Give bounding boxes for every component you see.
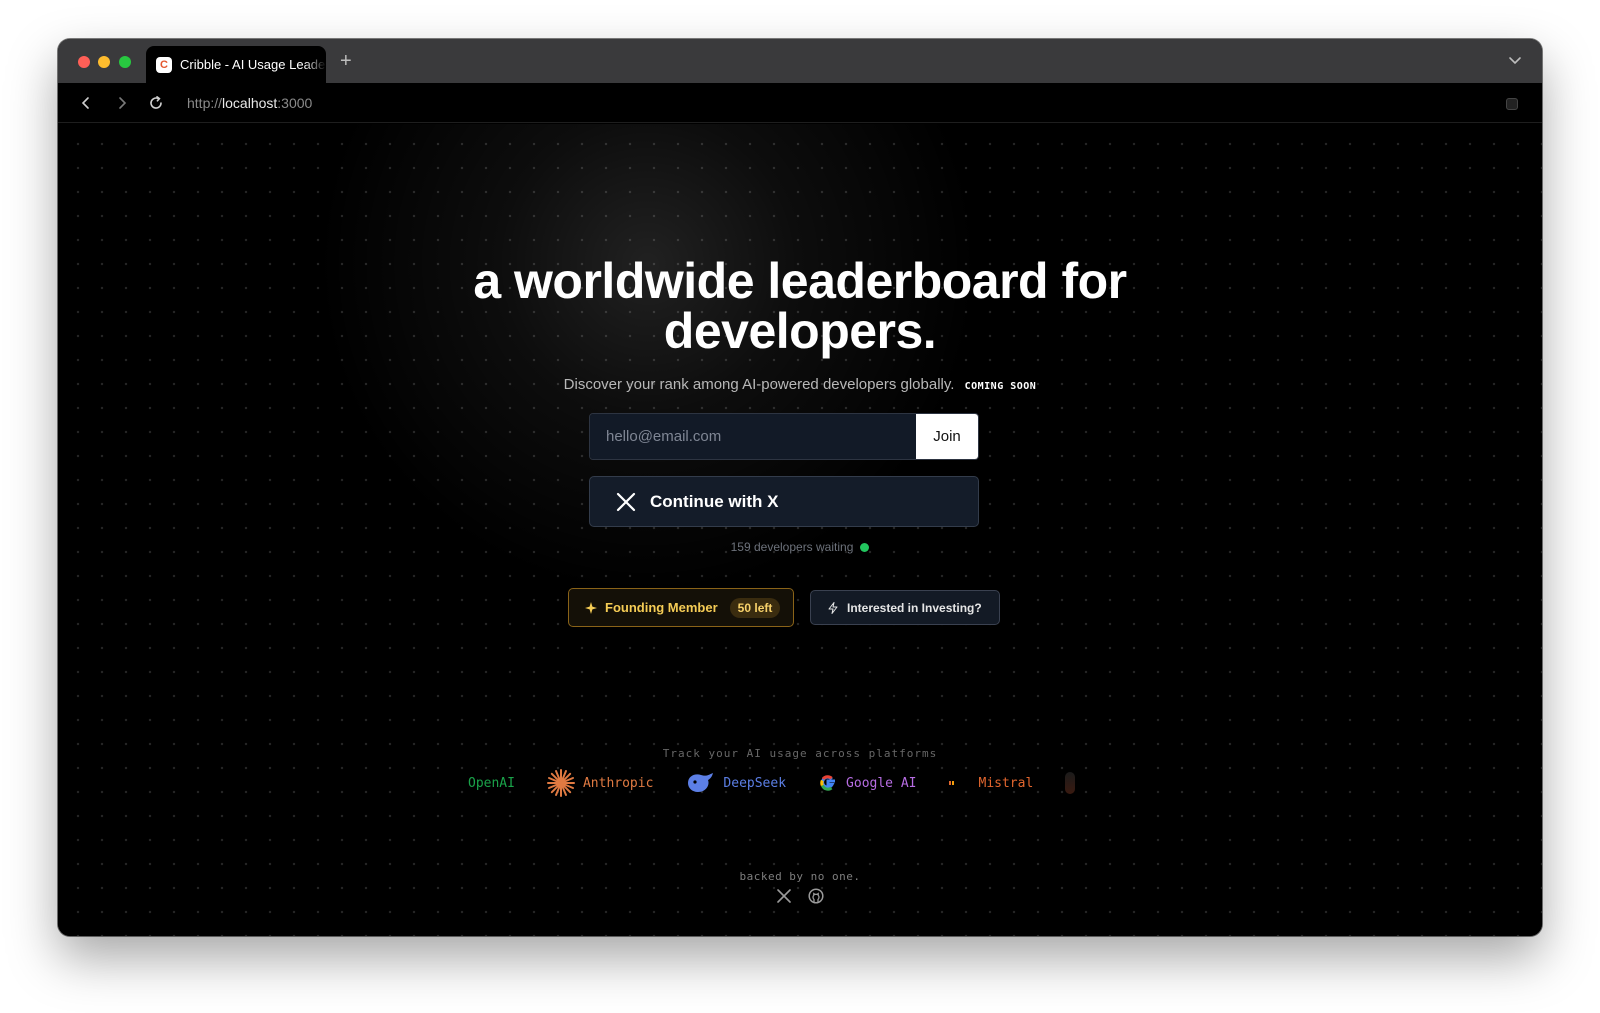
browser-window: C Cribble - AI Usage Leaderboard + http:… — [58, 39, 1542, 936]
back-arrow-icon[interactable] — [78, 95, 94, 111]
subtitle-text: Discover your rank among AI-powered deve… — [563, 376, 955, 393]
platform-list: OpenAI Anthropic DeepSeek Google AI Mist… — [468, 768, 1076, 798]
waitlist-form: Join — [589, 413, 979, 460]
fading-platform-icon — [1065, 772, 1076, 794]
address-toolbar: http://localhost:3000 — [58, 83, 1542, 123]
github-icon[interactable] — [808, 888, 824, 904]
platform-deepseek-label: DeepSeek — [723, 775, 787, 791]
platform-google-label: Google AI — [846, 775, 917, 791]
new-tab-button[interactable]: + — [340, 50, 352, 72]
address-bar[interactable]: http://localhost:3000 — [187, 95, 312, 111]
sparkle-icon — [585, 601, 597, 614]
social-links — [58, 888, 1542, 904]
investing-label: Interested in Investing? — [847, 600, 982, 615]
platforms-heading: Track your AI usage across platforms — [662, 747, 938, 760]
forward-arrow-icon[interactable] — [114, 95, 130, 111]
platform-anthropic: Anthropic — [546, 769, 654, 797]
platform-mistral-label: Mistral — [978, 775, 1034, 791]
footer-tagline: backed by no one. — [739, 870, 861, 883]
deepseek-whale-icon — [688, 773, 714, 792]
subtitle: Discover your rank among AI-powered deve… — [58, 376, 1542, 393]
tab-title: Cribble - AI Usage Leaderboard — [180, 57, 326, 72]
status-dot-icon — [860, 543, 870, 552]
anthropic-burst-icon — [546, 769, 575, 797]
url-scheme: http:// — [187, 95, 223, 111]
url-host: localhost — [222, 95, 278, 111]
minimize-window-button[interactable] — [98, 56, 110, 68]
favicon-icon: C — [156, 56, 172, 73]
continue-with-x-button[interactable]: Continue with X — [589, 476, 979, 527]
page-content: a worldwide leaderboard for developers. … — [58, 124, 1542, 936]
coming-soon-badge: COMING SOON — [964, 381, 1037, 392]
founding-member-button[interactable]: Founding Member 50 left — [568, 588, 794, 627]
waitlist-count-text: 159 developers waiting — [730, 540, 854, 554]
title-bar: C Cribble - AI Usage Leaderboard + — [58, 39, 1542, 83]
continue-with-x-label: Continue with X — [650, 491, 779, 511]
join-button[interactable]: Join — [916, 414, 978, 459]
maximize-window-button[interactable] — [119, 56, 131, 68]
platform-mistral: Mistral — [948, 775, 1034, 791]
page-title: a worldwide leaderboard for developers. — [58, 256, 1542, 356]
investing-button[interactable]: Interested in Investing? — [810, 590, 1000, 625]
platform-openai-label: OpenAI — [468, 775, 515, 791]
headline-line-2: developers. — [663, 303, 937, 359]
waitlist-count: 159 developers waiting — [58, 540, 1542, 554]
url-port: :3000 — [277, 95, 313, 111]
x-social-icon[interactable] — [776, 888, 792, 904]
lightning-icon — [828, 601, 838, 614]
platform-openai: OpenAI — [468, 776, 515, 791]
extension-icon[interactable] — [1506, 98, 1518, 110]
browser-tab[interactable]: C Cribble - AI Usage Leaderboard — [146, 46, 326, 83]
platform-google: Google AI — [818, 773, 917, 793]
google-g-icon — [820, 775, 836, 791]
chevron-down-icon[interactable] — [1508, 53, 1522, 67]
close-window-button[interactable] — [78, 56, 90, 68]
headline-line-1: a worldwide leaderboard for — [473, 253, 1127, 309]
founding-member-label: Founding Member — [605, 600, 718, 615]
mistral-logo-icon — [948, 781, 954, 785]
spots-left-badge: 50 left — [729, 597, 781, 618]
x-logo-icon — [616, 492, 636, 511]
platform-deepseek: DeepSeek — [685, 771, 786, 795]
email-input[interactable] — [590, 414, 916, 459]
reload-icon[interactable] — [148, 95, 164, 111]
platform-anthropic-label: Anthropic — [582, 775, 654, 791]
